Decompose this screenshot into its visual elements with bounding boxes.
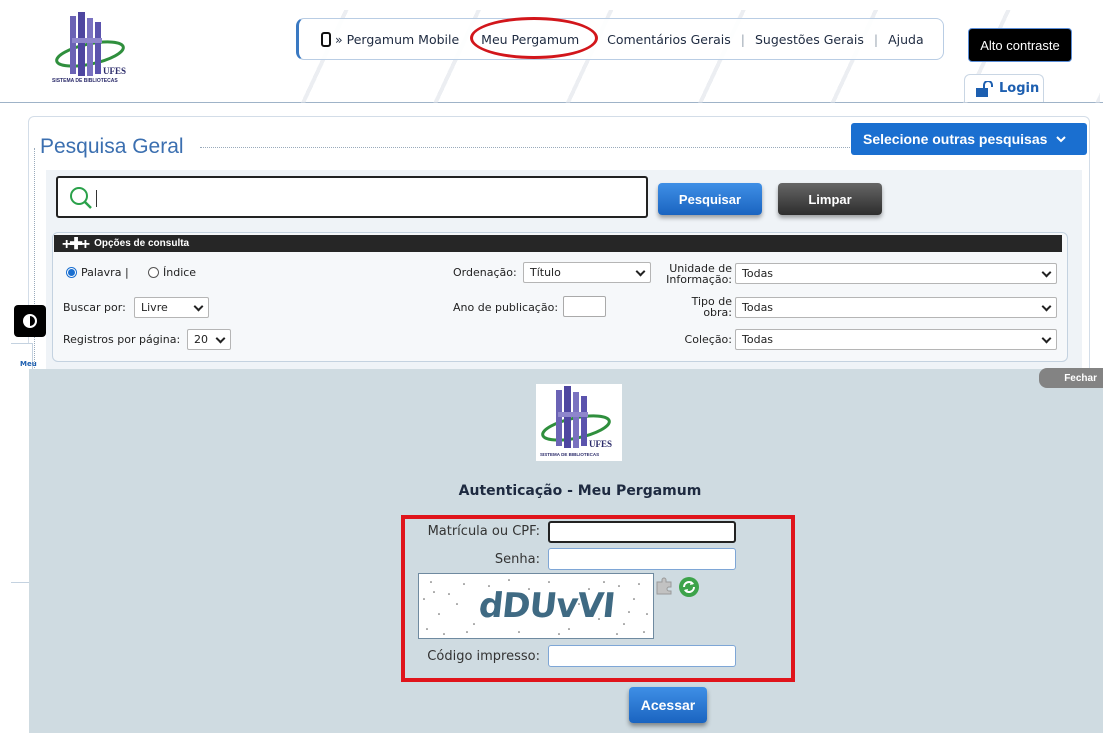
registros-value: 20 [194, 333, 208, 346]
auth-title: Autenticação - Meu Pergamum [458, 483, 702, 499]
text-cursor [96, 190, 97, 207]
matricula-input[interactable] [548, 521, 736, 543]
login-button[interactable]: Login [964, 74, 1044, 102]
unlock-icon [976, 80, 993, 97]
colecao-select[interactable]: Todas [735, 329, 1057, 350]
ordenacao-label: Ordenação: [453, 266, 517, 279]
nav-separator: | [873, 31, 879, 47]
login-label: Login [999, 81, 1040, 96]
tipo-label-line2: obra: [703, 306, 732, 319]
indice-radio[interactable]: Índice [148, 266, 196, 279]
limpar-button[interactable]: Limpar [778, 183, 882, 215]
ordenacao-value: Título [530, 266, 561, 279]
modal-logo: UFES SISTEMA DE BIBLIOTECAS [536, 384, 622, 461]
ano-label: Ano de publicação: [453, 301, 559, 314]
codigo-label: Código impresso: [427, 649, 540, 664]
captcha-image: dDUvVI [418, 573, 654, 639]
puzzle-icon[interactable] [655, 577, 673, 595]
chevron-down-icon [215, 333, 226, 344]
radio-empty-icon [148, 267, 159, 278]
acessar-button[interactable]: Acessar [629, 687, 707, 723]
chevron-down-icon [1056, 136, 1067, 143]
codigo-input[interactable] [548, 645, 736, 667]
colecao-label: Coleção: [684, 333, 732, 346]
chevron-down-icon [1041, 267, 1052, 278]
buscar-por-label: Buscar por: [63, 301, 126, 314]
registros-label: Registros por página: [63, 333, 181, 346]
chevron-down-icon [1041, 301, 1052, 312]
top-navigation: » Pergamum Mobile Meu Pergamum Comentári… [296, 18, 944, 60]
nav-separator: | [740, 31, 745, 47]
colecao-value: Todas [742, 333, 774, 346]
opcoes-consulta-label: Opções de consulta [94, 238, 190, 249]
search-input[interactable] [56, 176, 648, 218]
ufes-logo[interactable]: UFES [50, 8, 135, 88]
unidade-value: Todas [742, 267, 774, 280]
chevron-down-icon [1041, 333, 1052, 344]
indice-label: Índice [163, 266, 197, 279]
chevron-down-icon [635, 266, 646, 277]
nav-ajuda[interactable]: Ajuda [888, 32, 924, 47]
opcoes-consulta-toggle[interactable]: +✚+ Opções de consulta [54, 235, 1062, 253]
buscar-por-value: Livre [141, 301, 168, 314]
outras-pesquisas-label: Selecione outras pesquisas [863, 131, 1048, 147]
search-icon [70, 187, 92, 209]
registros-select[interactable]: 20 [187, 329, 231, 350]
matricula-label: Matrícula ou CPF: [427, 524, 540, 539]
senha-input[interactable] [548, 548, 736, 570]
buscar-por-select[interactable]: Livre [134, 297, 209, 318]
outras-pesquisas-dropdown[interactable]: Selecione outras pesquisas [851, 123, 1087, 155]
ano-input[interactable] [563, 296, 606, 317]
refresh-icon[interactable] [678, 576, 700, 598]
pesquisar-button[interactable]: Pesquisar [658, 183, 762, 215]
senha-label: Senha: [494, 552, 540, 567]
radio-selected-icon [66, 267, 77, 278]
ufes-logo-icon: UFES SISTEMA DE BIBLIOTECAS [540, 386, 612, 457]
unidade-select[interactable]: Todas [735, 263, 1057, 284]
modal-logo-caption: SISTEMA DE BIBLIOTECAS [540, 452, 599, 457]
site-header: UFES SISTEMA DE BIBLIOTECAS » Pergamum M… [0, 0, 1103, 103]
modal-logo-ufes-text: UFES [589, 439, 612, 449]
fechar-button[interactable]: Fechar [1039, 368, 1103, 388]
contrast-toggle-button[interactable] [14, 305, 46, 337]
tipo-obra-label: Tipo de obra: [660, 296, 732, 318]
ordenacao-select[interactable]: Título [523, 262, 651, 283]
tipo-obra-select[interactable]: Todas [735, 297, 1057, 318]
nav-mobile-label: » Pergamum Mobile [335, 31, 460, 47]
nav-comentarios-gerais[interactable]: Comentários Gerais [607, 32, 731, 47]
page-title: Pesquisa Geral [40, 135, 188, 159]
palavra-radio[interactable]: Palavra | [66, 266, 129, 279]
alto-contraste-button[interactable]: Alto contraste [968, 28, 1072, 62]
unidade-label: Unidade de Informação: [660, 263, 732, 285]
unidade-label-line2: Informação: [666, 273, 732, 286]
highlight-oval-annotation [470, 17, 598, 59]
captcha-text: dDUvVI [476, 586, 617, 626]
side-tab-label: Meu [20, 360, 37, 368]
contrast-icon [23, 314, 37, 328]
palavra-label: Palavra | [81, 266, 129, 279]
nav-sugestoes-gerais[interactable]: Sugestões Gerais [755, 32, 864, 47]
tipo-obra-value: Todas [742, 301, 774, 314]
logo-ufes-text: UFES [103, 66, 126, 76]
logo-caption: SISTEMA DE BIBLIOTECAS [52, 78, 118, 84]
chevron-down-icon [193, 301, 204, 312]
mobile-phone-icon [321, 31, 331, 47]
nav-pergamum-mobile[interactable]: » Pergamum Mobile [321, 31, 460, 47]
expand-plus-icon: +✚+ [62, 235, 90, 253]
